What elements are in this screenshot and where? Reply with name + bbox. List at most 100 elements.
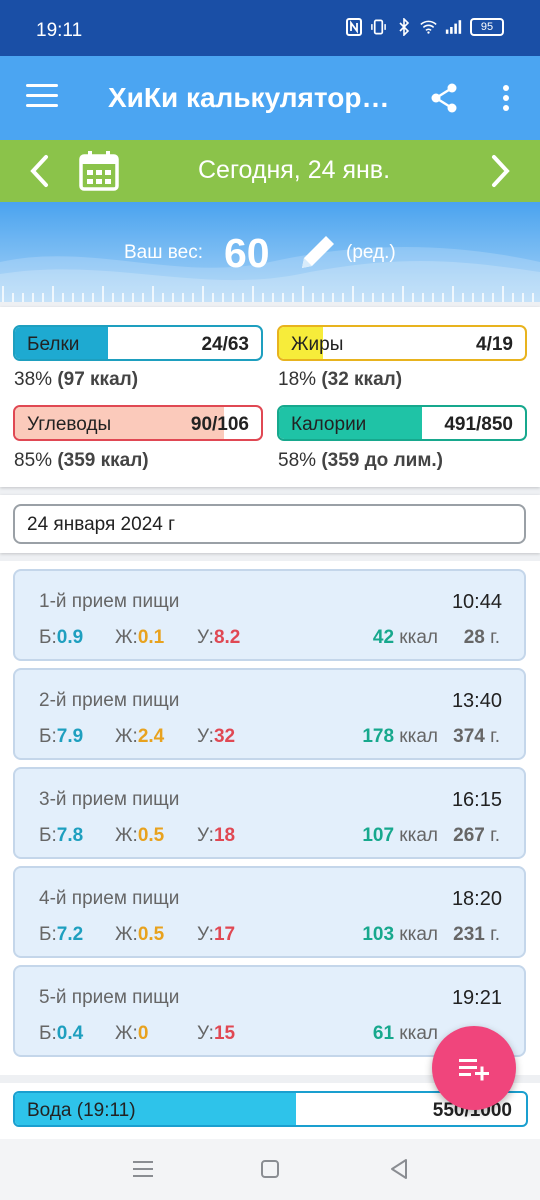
calories-remaining: (359 до лим.) [321,450,443,471]
meal-name: 3-й прием пищи [39,789,180,810]
meal-carbs-label: У: [197,1023,214,1044]
meal-fat-label: Ж: [115,726,138,747]
water-label: Вода (19:11) [27,1100,136,1121]
ruler-scale [2,286,534,302]
meal-carbs-label: У: [197,825,214,846]
protein-summary: 38% (97 ккал) [14,369,138,391]
meal-grams-value: 231 [453,924,485,945]
meal-fat-value: 0.5 [137,825,165,846]
meal-card[interactable]: 1-й прием пищи 10:44 Б:0.9 Ж:0.1 У:8.2 4… [13,569,526,661]
nav-home-icon[interactable] [257,1156,283,1182]
meal-name: 5-й прием пищи [39,987,180,1008]
carbs-kcal: (359 ккал) [57,450,149,471]
fat-label: Жиры [291,334,344,355]
meal-grams-unit: г. [490,825,500,846]
meal-time: 19:21 [451,987,502,1009]
signal-icon [445,18,462,36]
meal-fat-value: 2.4 [137,726,165,747]
macros-summary: Белки 24/63 38% (97 ккал) Жиры 4/19 18% … [0,307,540,487]
meal-protein-label: Б: [39,924,57,945]
meal-kcal: 42 ккал [373,627,438,649]
pencil-icon[interactable] [296,232,338,274]
protein-value: 24/63 [201,334,249,355]
meal-carbs-value: 32 [213,726,236,747]
day-field[interactable]: 24 января 2024 г [13,504,526,544]
meal-kcal-value: 103 [362,924,395,945]
meal-kcal-value: 61 [372,1023,395,1044]
meal-protein-value: 0.4 [56,1023,84,1044]
meal-fat: Ж:2.4 [115,726,164,748]
meal-carbs-value: 17 [213,924,236,945]
meal-protein: Б:0.9 [39,627,83,649]
chevron-right-icon[interactable] [484,152,516,190]
meal-fat-value: 0.1 [137,627,165,648]
meal-grams: 267 г. [453,825,500,847]
nav-back-icon[interactable] [386,1156,412,1182]
status-bar: 19:11 95 [0,0,540,56]
protein-percent: 38% [14,369,53,390]
weight-banner[interactable]: Ваш вес: 60 (ред.) [0,202,540,302]
current-date-label[interactable]: Сегодня, 24 янв. [0,156,540,185]
meal-fat-label: Ж: [115,825,138,846]
bluetooth-icon [395,18,412,36]
meal-name: 4-й прием пищи [39,888,180,909]
nav-menu-icon[interactable] [130,1156,156,1182]
share-icon[interactable] [428,82,460,114]
status-time: 19:11 [36,20,83,41]
meal-kcal: 178 ккал [362,726,438,748]
meal-carbs: У:15 [197,1023,235,1045]
meal-grams-value: 28 [463,627,485,648]
meal-name: 1-й прием пищи [39,591,180,612]
nfc-icon [345,18,362,36]
meal-carbs: У:17 [197,924,235,946]
meal-carbs: У:18 [197,825,235,847]
meal-card[interactable]: 2-й прием пищи 13:40 Б:7.9 Ж:2.4 У:32 17… [13,668,526,760]
meal-carbs-value: 18 [213,825,236,846]
meal-carbs-value: 15 [213,1023,236,1044]
edit-weight-link[interactable]: (ред.) [346,242,396,264]
meal-fat-value: 0 [137,1023,149,1044]
menu-icon[interactable] [26,84,58,108]
weight-value[interactable]: 60 [224,230,270,277]
carbs-value: 90/106 [190,414,249,435]
meal-grams-unit: г. [490,924,500,945]
app-title: ХиКи калькулятор… [108,82,390,113]
calories-value: 491/850 [444,414,513,435]
vibrate-icon [370,18,387,36]
meal-time: 13:40 [451,690,502,712]
meal-protein: Б:7.8 [39,825,83,847]
meal-protein: Б:7.2 [39,924,83,946]
meal-kcal: 107 ккал [362,825,438,847]
meal-carbs-label: У: [197,627,214,648]
meal-grams: 374 г. [453,726,500,748]
add-list-icon [459,1059,489,1081]
meal-kcal-unit: ккал [399,924,438,945]
add-meal-button[interactable] [432,1026,516,1110]
date-navigation: Сегодня, 24 янв. [0,140,540,202]
meal-protein-label: Б: [39,825,57,846]
meal-kcal: 103 ккал [362,924,438,946]
more-vert-icon[interactable] [496,82,516,114]
calories-progress: Калории 491/850 [277,405,527,441]
protein-kcal: (97 ккал) [57,369,139,390]
meal-card[interactable]: 4-й прием пищи 18:20 Б:7.2 Ж:0.5 У:17 10… [13,866,526,958]
fat-summary: 18% (32 ккал) [278,369,402,391]
meal-carbs: У:8.2 [197,627,240,649]
calories-summary: 58% (359 до лим.) [278,450,443,472]
fat-progress: Жиры 4/19 [277,325,527,361]
meal-fat-label: Ж: [115,924,138,945]
meal-protein-label: Б: [39,1023,57,1044]
meal-grams-value: 374 [453,726,485,747]
meal-grams: 231 г. [453,924,500,946]
meal-fat: Ж:0.5 [115,825,164,847]
meal-kcal-unit: ккал [399,825,438,846]
meal-grams-value: 267 [453,825,485,846]
meal-fat: Ж:0.5 [115,924,164,946]
meal-protein: Б:7.9 [39,726,83,748]
meal-name: 2-й прием пищи [39,690,180,711]
meal-fat: Ж:0 [115,1023,148,1045]
meal-card[interactable]: 3-й прием пищи 16:15 Б:7.8 Ж:0.5 У:18 10… [13,767,526,859]
meal-fat-label: Ж: [115,627,138,648]
fat-value: 4/19 [476,334,513,355]
meal-fat: Ж:0.1 [115,627,164,649]
